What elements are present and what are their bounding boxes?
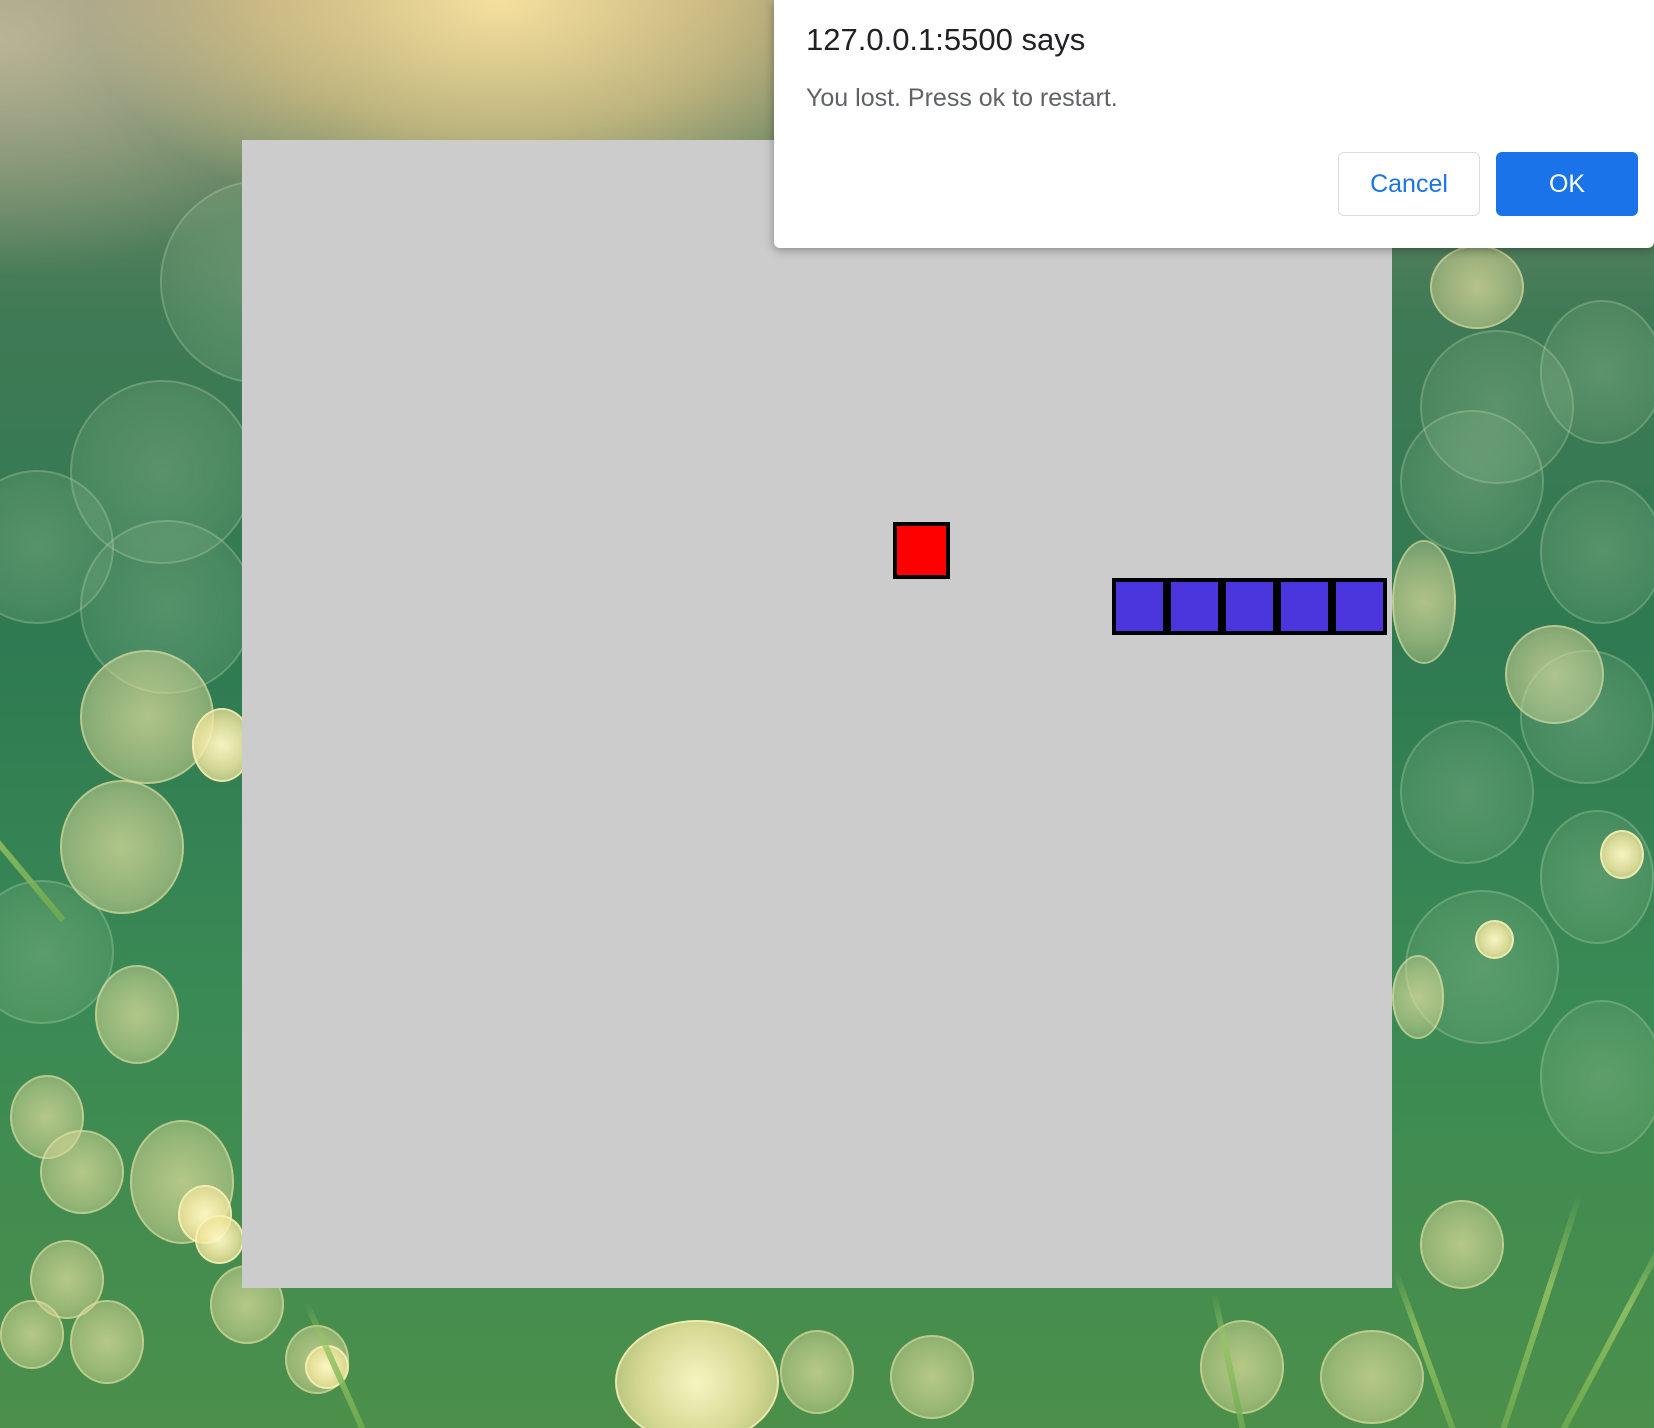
bokeh-light bbox=[1420, 1200, 1504, 1289]
bokeh-light bbox=[1505, 625, 1604, 724]
snake-segment bbox=[1277, 578, 1332, 635]
bokeh-light bbox=[890, 1335, 974, 1419]
food-cell bbox=[893, 522, 950, 579]
bokeh-light bbox=[1540, 810, 1654, 944]
grass-blade bbox=[1210, 1292, 1246, 1428]
ok-button[interactable]: OK bbox=[1496, 152, 1638, 216]
bokeh-light bbox=[285, 1325, 349, 1394]
bokeh-light bbox=[70, 380, 254, 564]
bokeh-light bbox=[1200, 1320, 1284, 1414]
snake-segment bbox=[1332, 578, 1387, 635]
bokeh-light bbox=[1392, 955, 1444, 1039]
bokeh-light bbox=[1392, 540, 1456, 664]
bokeh-light bbox=[195, 1215, 244, 1264]
grass-blade bbox=[1500, 1191, 1584, 1428]
bokeh-light bbox=[95, 965, 179, 1064]
bokeh-light bbox=[1400, 410, 1544, 554]
bokeh-light bbox=[1475, 920, 1514, 959]
bokeh-light bbox=[1540, 300, 1654, 444]
grass-blade bbox=[0, 764, 66, 922]
bokeh-light bbox=[780, 1330, 854, 1414]
grass-blade bbox=[1560, 1225, 1654, 1428]
bokeh-light bbox=[1600, 830, 1644, 879]
snake-segment bbox=[1112, 578, 1167, 635]
bokeh-light bbox=[40, 1130, 124, 1214]
snake-segment bbox=[1167, 578, 1222, 635]
desktop-background: 127.0.0.1:5500 says You lost. Press ok t… bbox=[0, 0, 1654, 1428]
bokeh-light bbox=[1420, 330, 1574, 484]
bokeh-light bbox=[178, 1185, 232, 1244]
bokeh-light bbox=[10, 1075, 84, 1159]
bokeh-light bbox=[130, 1120, 234, 1244]
game-board[interactable] bbox=[242, 140, 1392, 1288]
grass-blade bbox=[1392, 1269, 1456, 1428]
bokeh-light bbox=[30, 1240, 104, 1319]
bokeh-light bbox=[0, 1300, 64, 1369]
bokeh-light bbox=[70, 1300, 144, 1384]
bokeh-light bbox=[1405, 890, 1559, 1044]
cancel-button[interactable]: Cancel bbox=[1338, 152, 1480, 216]
bokeh-light bbox=[305, 1345, 349, 1389]
bokeh-light bbox=[0, 880, 114, 1024]
dialog-message: You lost. Press ok to restart. bbox=[806, 84, 1118, 112]
bokeh-light bbox=[1540, 1000, 1654, 1154]
bokeh-light bbox=[1540, 480, 1654, 624]
bokeh-light bbox=[615, 1320, 779, 1428]
bokeh-light bbox=[1400, 720, 1534, 864]
grass-blade bbox=[303, 1300, 366, 1428]
snake-segment bbox=[1222, 578, 1277, 635]
bokeh-light bbox=[1520, 650, 1654, 784]
dialog-title: 127.0.0.1:5500 says bbox=[806, 22, 1086, 57]
bokeh-light bbox=[1320, 1330, 1424, 1424]
bokeh-light bbox=[80, 520, 254, 694]
bokeh-light bbox=[1430, 245, 1524, 329]
bokeh-light bbox=[80, 650, 214, 784]
bokeh-light bbox=[60, 780, 184, 914]
alert-dialog: 127.0.0.1:5500 says You lost. Press ok t… bbox=[774, 0, 1654, 248]
bokeh-light bbox=[0, 470, 114, 624]
